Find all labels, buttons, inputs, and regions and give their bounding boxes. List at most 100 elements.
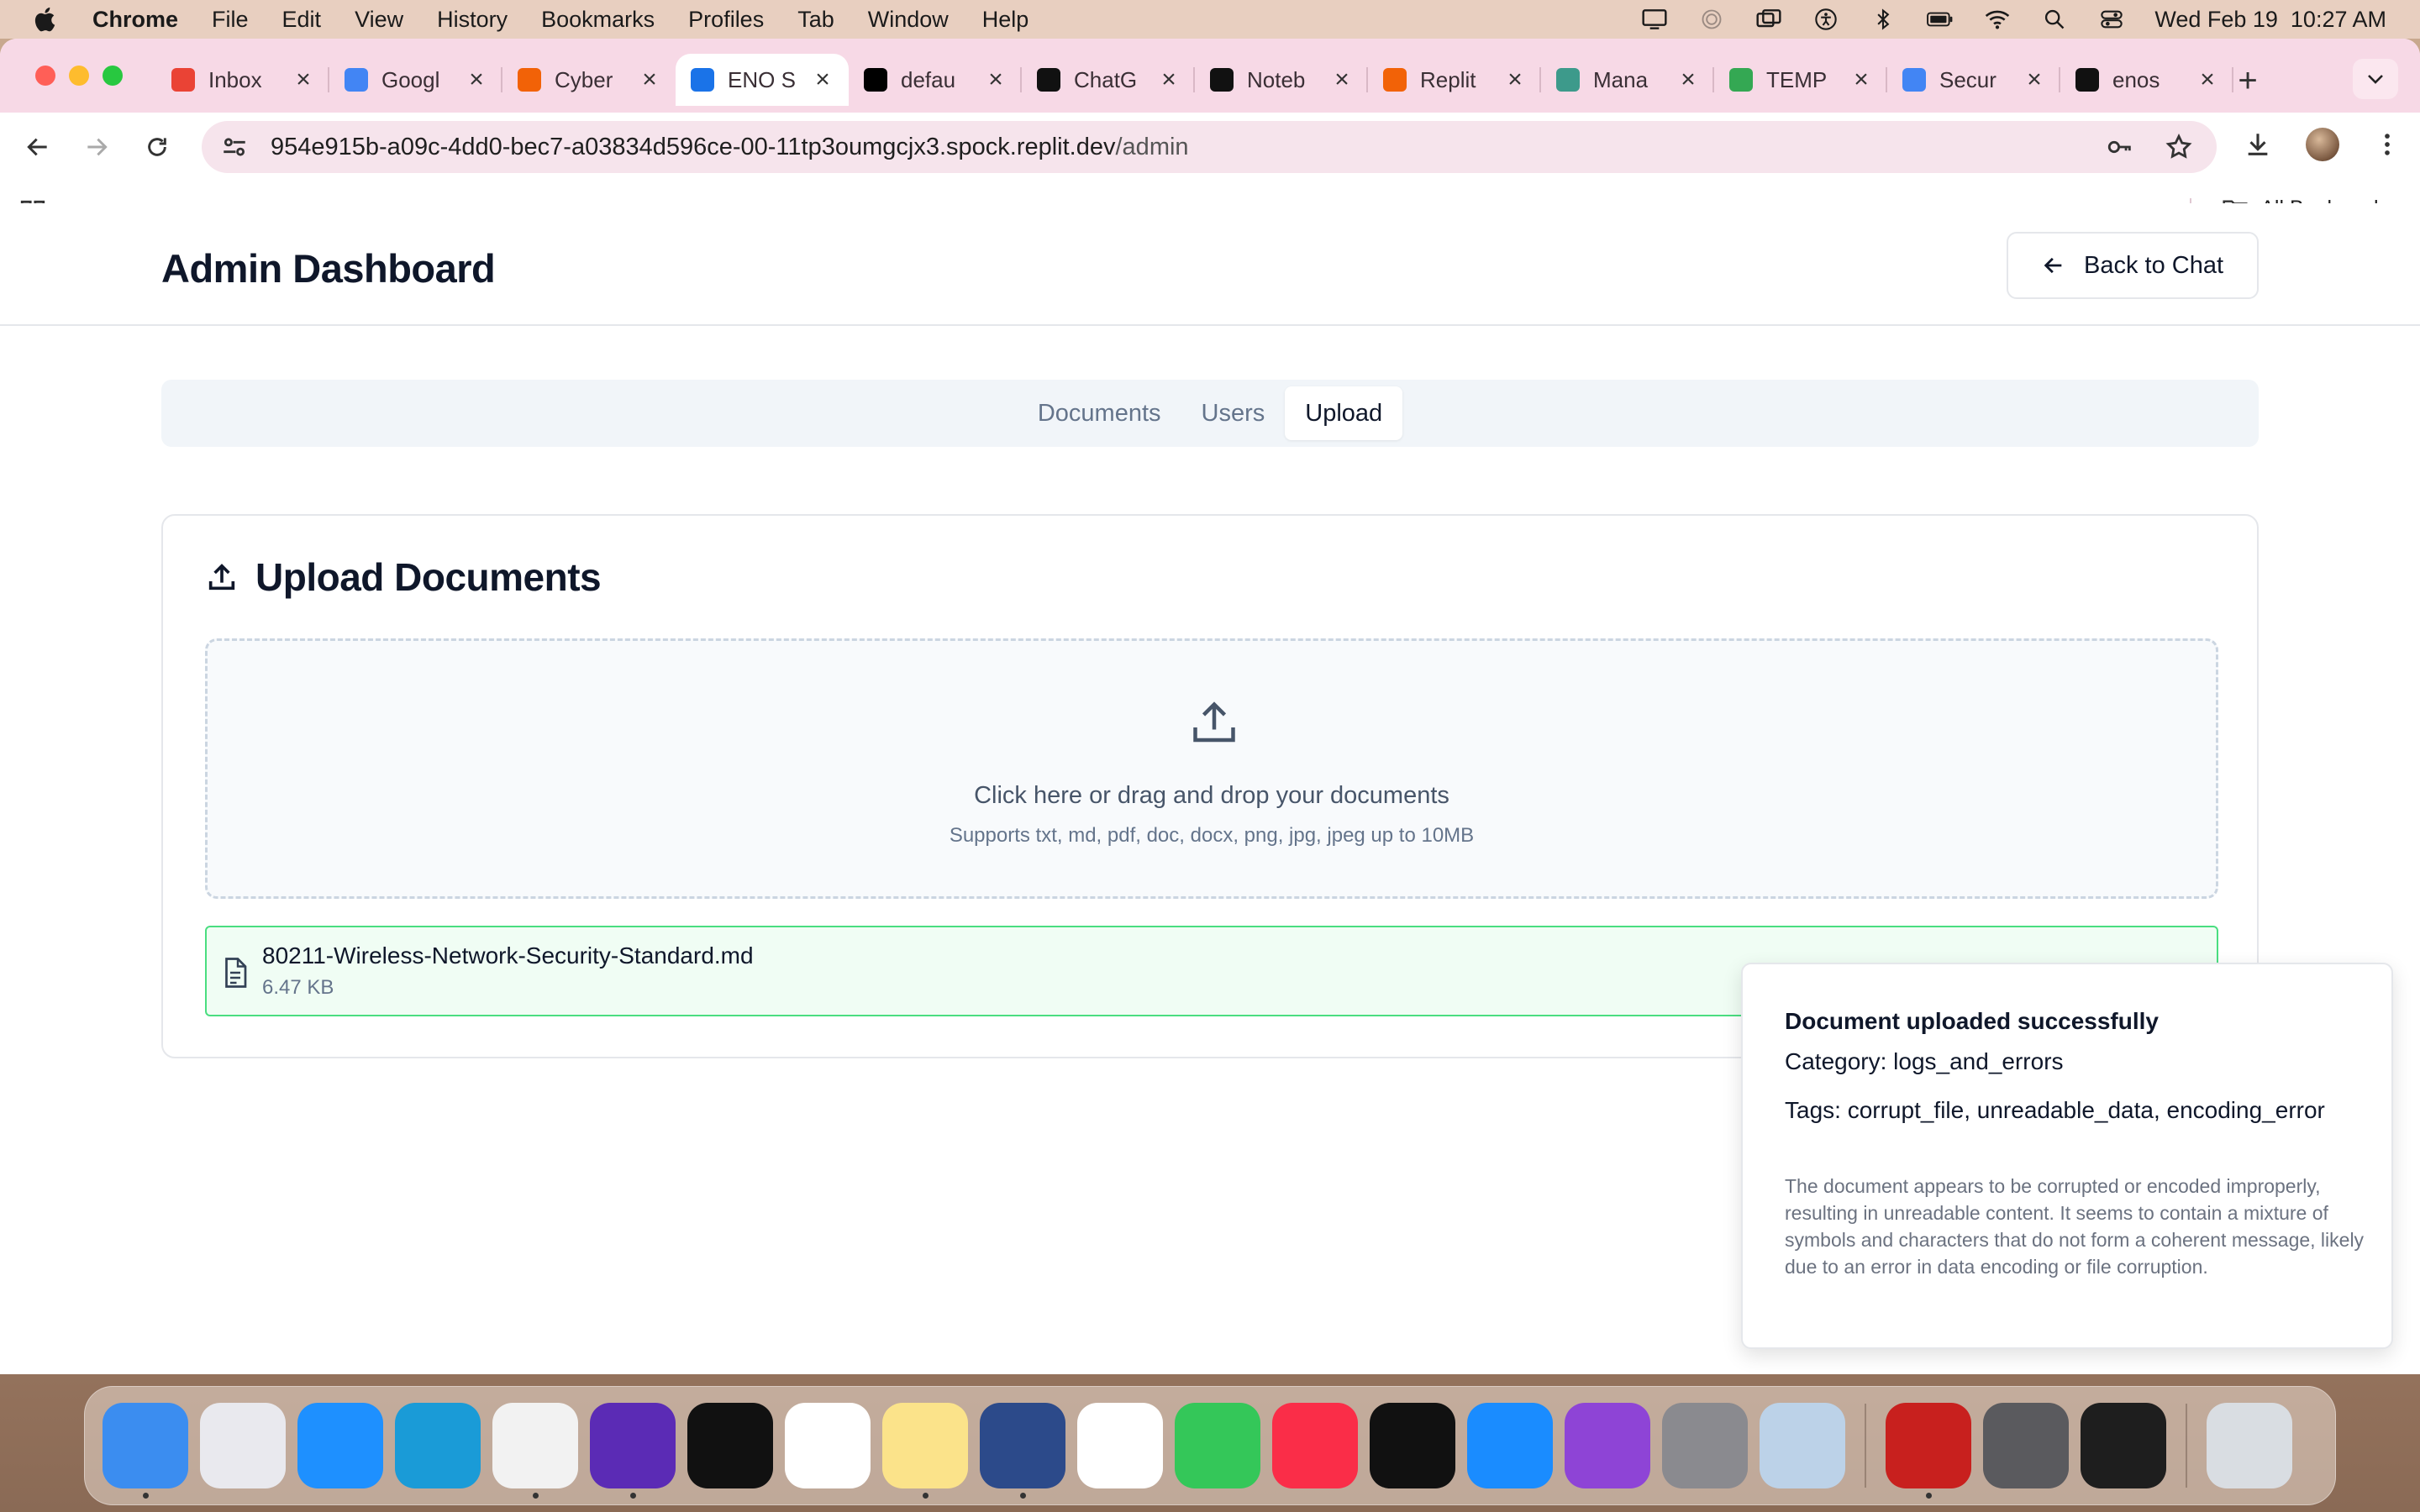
close-window-button[interactable]: [35, 66, 55, 86]
menu-profiles[interactable]: Profiles: [688, 7, 764, 33]
menu-help[interactable]: Help: [982, 7, 1029, 33]
back-nav-button[interactable]: [18, 128, 57, 166]
control-center-icon[interactable]: [2097, 8, 2126, 31]
terminal-icon[interactable]: [2081, 1403, 2166, 1488]
browser-tab[interactable]: TEMP ×: [1714, 54, 1887, 106]
close-tab-icon[interactable]: ×: [1677, 67, 1699, 92]
tab-upload[interactable]: Upload: [1285, 386, 1403, 440]
notes-icon[interactable]: [882, 1403, 968, 1499]
display-icon[interactable]: [1640, 8, 1669, 31]
close-tab-icon[interactable]: ×: [812, 67, 834, 92]
browser-tab[interactable]: enos ×: [2060, 54, 2233, 106]
back-to-chat-button[interactable]: Back to Chat: [2007, 232, 2259, 299]
spotlight-search-icon[interactable]: [2040, 8, 2069, 31]
site-settings-icon[interactable]: [220, 133, 249, 161]
address-bar[interactable]: 954e915b-a09c-4dd0-bec7-a03834d596ce-00-…: [202, 121, 2217, 173]
dock-divider: [1865, 1404, 1866, 1488]
close-tab-icon[interactable]: ×: [2196, 67, 2218, 92]
browser-tab[interactable]: Replit ×: [1368, 54, 1541, 106]
upload-success-toast[interactable]: Document uploaded successfully Category:…: [1741, 963, 2393, 1349]
menu-bookmarks[interactable]: Bookmarks: [541, 7, 655, 33]
menu-history[interactable]: History: [437, 7, 508, 33]
chrome-icon[interactable]: [492, 1403, 578, 1499]
browser-tab[interactable]: Googl ×: [329, 54, 502, 106]
chatgpt-icon: [1037, 68, 1060, 92]
bookmark-star-icon[interactable]: [2165, 133, 2193, 161]
preview-icon[interactable]: [1760, 1403, 1845, 1488]
menu-file[interactable]: File: [212, 7, 249, 33]
accessibility-icon[interactable]: [1812, 8, 1840, 31]
calendar-icon[interactable]: [785, 1403, 871, 1488]
menu-view[interactable]: View: [355, 7, 403, 33]
more-vertical-icon[interactable]: [2373, 130, 2402, 159]
close-tab-icon[interactable]: ×: [1158, 67, 1180, 92]
upload-icon: [208, 564, 235, 591]
messages-icon[interactable]: [1175, 1403, 1260, 1488]
url-path: /admin: [1115, 133, 1189, 160]
tab-documents[interactable]: Documents: [1018, 386, 1181, 440]
linear-icon[interactable]: [687, 1403, 773, 1488]
close-tab-icon[interactable]: ×: [292, 67, 314, 92]
firefox-icon[interactable]: [590, 1403, 676, 1499]
wifi-icon[interactable]: [1983, 8, 2012, 31]
browser-tab[interactable]: Mana ×: [1541, 54, 1714, 106]
menubar-clock[interactable]: Wed Feb 19 10:27 AM: [2154, 7, 2386, 33]
tab-search-button[interactable]: [2353, 59, 2398, 99]
settings-icon[interactable]: [1662, 1403, 1748, 1488]
music-icon[interactable]: [1272, 1403, 1358, 1488]
download-icon[interactable]: [2244, 130, 2272, 159]
photos-icon[interactable]: [1077, 1403, 1163, 1488]
tv-icon[interactable]: [1370, 1403, 1455, 1488]
safari-icon[interactable]: [297, 1403, 383, 1488]
browser-tab[interactable]: Inbox ×: [156, 54, 329, 106]
close-tab-icon[interactable]: ×: [466, 67, 487, 92]
browser-tab[interactable]: Cyber ×: [502, 54, 676, 106]
browser-tab[interactable]: Secur ×: [1887, 54, 2060, 106]
menu-edit[interactable]: Edit: [282, 7, 322, 33]
browser-tab[interactable]: Noteb ×: [1195, 54, 1368, 106]
app-store-icon[interactable]: [1467, 1403, 1553, 1488]
apple-icon[interactable]: [32, 5, 60, 34]
browser-tab[interactable]: defau ×: [849, 54, 1022, 106]
github-icon: [2075, 68, 2099, 92]
launchpad-icon[interactable]: [200, 1403, 286, 1488]
close-tab-icon[interactable]: ×: [1331, 67, 1353, 92]
prism-icon[interactable]: [980, 1403, 1065, 1499]
profile-avatar[interactable]: [2306, 128, 2339, 161]
new-tab-button[interactable]: +: [2228, 62, 2267, 101]
finder-icon[interactable]: [103, 1403, 188, 1499]
zoom-window-button[interactable]: [103, 66, 123, 86]
file-size: 6.47 KB: [262, 976, 334, 999]
close-tab-icon[interactable]: ×: [1850, 67, 1872, 92]
menu-window[interactable]: Window: [868, 7, 949, 33]
battery-icon[interactable]: [1926, 8, 1954, 31]
page-header: Admin Dashboard Back to Chat: [0, 203, 2420, 326]
podcasts-icon[interactable]: [1565, 1403, 1650, 1488]
tab-users[interactable]: Users: [1181, 386, 1286, 440]
browser-tab-label: Replit: [1420, 66, 1476, 92]
file-name: 80211-Wireless-Network-Security-Standard…: [262, 942, 754, 969]
forward-nav-button[interactable]: [77, 128, 116, 166]
close-tab-icon[interactable]: ×: [2023, 67, 2045, 92]
browser-tab-label: Cyber: [555, 66, 613, 92]
reload-button[interactable]: [138, 128, 176, 166]
trash-icon[interactable]: [2207, 1403, 2292, 1488]
browser-tab[interactable]: ENO S ×: [676, 54, 849, 106]
bluetooth-icon[interactable]: [1869, 8, 1897, 31]
close-tab-icon[interactable]: ×: [639, 67, 660, 92]
screenshot-icon[interactable]: [1983, 1403, 2069, 1488]
key-icon[interactable]: [2106, 133, 2134, 161]
tab-strip: Inbox × Googl × Cyber × ENO S × defau × ChatG × Note…: [0, 39, 2420, 113]
minimize-window-button[interactable]: [69, 66, 89, 86]
menu-app-name[interactable]: Chrome: [92, 7, 178, 33]
fingerprint-icon[interactable]: [1697, 8, 1726, 31]
edge-icon[interactable]: [395, 1403, 481, 1488]
file-dropzone[interactable]: Click here or drag and drop your documen…: [205, 638, 2218, 899]
menu-tab[interactable]: Tab: [797, 7, 834, 33]
close-tab-icon[interactable]: ×: [1504, 67, 1526, 92]
acrobat-icon[interactable]: [1886, 1403, 1971, 1499]
screen-mirroring-icon[interactable]: [1754, 8, 1783, 31]
close-tab-icon[interactable]: ×: [985, 67, 1007, 92]
arrow-left-icon: [27, 138, 47, 156]
browser-tab[interactable]: ChatG ×: [1022, 54, 1195, 106]
